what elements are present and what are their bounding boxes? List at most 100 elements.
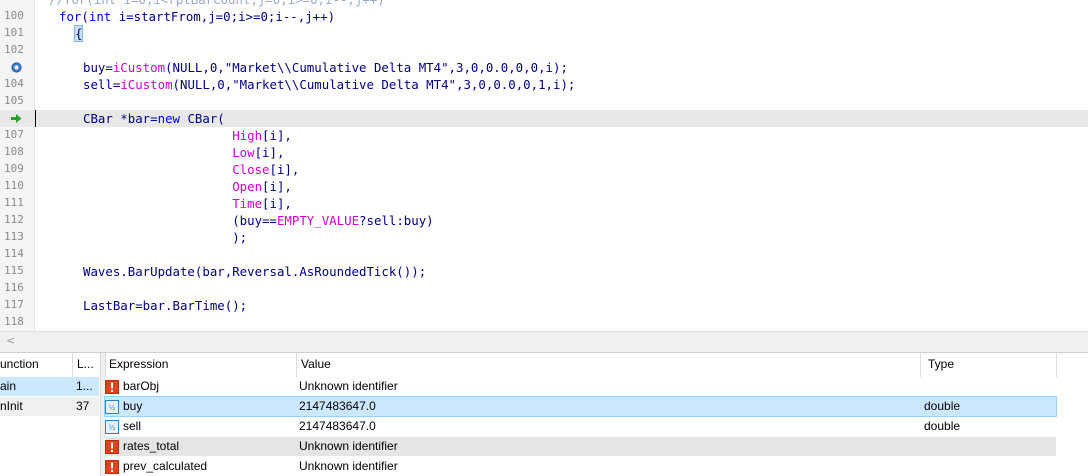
code-line[interactable]: 103buy=iCustom(NULL,0,"Market\\Cumulativ… — [0, 59, 1088, 76]
call-stack-line: 1... — [76, 379, 93, 393]
watch-value: Unknown identifier — [299, 439, 398, 453]
text-caret — [35, 110, 36, 127]
variable-icon: ½ — [105, 400, 119, 414]
code-line[interactable]: 113 ); — [0, 229, 1088, 246]
column-header-type[interactable]: Type — [928, 353, 1048, 375]
watch-expression: buy — [123, 399, 143, 413]
code-line[interactable]: 108 Low[i], — [0, 144, 1088, 161]
code-line[interactable]: 106CBar *bar=new CBar( — [0, 110, 1088, 127]
code-text: Low[i], — [83, 144, 284, 161]
watch-row[interactable]: rates_total Unknown identifier — [105, 437, 1056, 456]
column-divider[interactable] — [72, 353, 73, 377]
code-line[interactable]: 115 Waves.BarUpdate(bar,Reversal.AsRounde… — [0, 263, 1088, 280]
column-header-expression[interactable]: Expression — [109, 353, 294, 375]
line-number: 110 — [4, 179, 24, 192]
code-line[interactable]: 118 — [0, 314, 1088, 331]
code-line[interactable]: 110 Open[i], — [0, 178, 1088, 195]
code-line[interactable]: 116 — [0, 280, 1088, 297]
code-line[interactable]: 109 Close[i], — [0, 161, 1088, 178]
watch-type: double — [924, 419, 961, 433]
code-text: { — [74, 25, 84, 42]
code-line[interactable]: 102 — [0, 42, 1088, 59]
code-line[interactable]: 104 sell=iCustom(NULL,0,"Market\\Cumulati… — [0, 76, 1088, 93]
code-editor[interactable]: //for(int i=0;i<rptBarCount;j=0;i>=0;i--… — [0, 0, 1088, 331]
watch-value: Unknown identifier — [299, 459, 398, 473]
line-number: 118 — [4, 315, 24, 328]
line-number: 100 — [4, 9, 24, 22]
code-line[interactable]: 100 for(int i=startFrom,j=0;i>=0;i--,j++) — [0, 8, 1088, 25]
code-token: High — [232, 128, 263, 143]
code-token: Low — [232, 145, 255, 160]
call-stack-function: nInit — [0, 399, 23, 413]
line-number: 108 — [4, 145, 24, 158]
code-token: ); — [83, 230, 248, 245]
watch-row[interactable]: prev_calculated Unknown identifier — [105, 457, 1056, 476]
code-token: int — [88, 9, 112, 24]
column-header-line[interactable]: L... — [77, 353, 99, 375]
execution-pointer-icon — [11, 114, 22, 123]
code-line[interactable]: 114 — [0, 246, 1088, 263]
code-text: Open[i], — [83, 178, 292, 195]
horizontal-scrollbar[interactable]: < — [0, 331, 1088, 352]
code-text: for(int i=startFrom,j=0;i>=0;i--,j++) — [59, 8, 335, 25]
call-stack-row[interactable]: nInit 37 — [0, 397, 99, 416]
watch-value: Unknown identifier — [299, 379, 398, 393]
column-divider[interactable] — [296, 353, 297, 377]
column-header-expression-label: Expression — [109, 357, 169, 371]
code-token: ,3,0,0.0,0,1,i); — [456, 77, 576, 92]
watch-type — [924, 457, 1044, 476]
code-token: [i], — [262, 196, 292, 211]
code-line[interactable]: 111 Time[i], — [0, 195, 1088, 212]
watch-value: 2147483647.0 — [299, 399, 376, 413]
watch-expression: rates_total — [123, 439, 180, 453]
code-text: Close[i], — [83, 161, 299, 178]
code-token: EMPTY_VALUE — [276, 213, 360, 228]
code-text: buy=iCustom(NULL,0,"Market\\Cumulative D… — [83, 59, 568, 76]
code-line[interactable]: 101 { — [0, 25, 1088, 42]
code-token: Time — [232, 196, 263, 211]
code-text: Time[i], — [83, 195, 292, 212]
svg-text:½: ½ — [109, 424, 116, 432]
code-token: (NULL,0, — [172, 77, 233, 92]
watch-row[interactable]: ½ buy 2147483647.0 double — [104, 396, 1057, 417]
line-number: 105 — [4, 94, 24, 107]
code-line[interactable]: 112 (buy==EMPTY_VALUE?sell:buy) — [0, 212, 1088, 229]
breakpoint-icon[interactable] — [11, 62, 22, 73]
line-number: 104 — [4, 77, 24, 90]
code-line[interactable]: 105 — [0, 93, 1088, 110]
code-token: LastBar=bar.BarTime(); — [83, 298, 248, 313]
scroll-left-icon[interactable]: < — [6, 334, 15, 347]
code-token: [i], — [269, 162, 300, 177]
error-icon — [105, 460, 119, 474]
line-number: 107 — [4, 128, 24, 141]
watch-row[interactable]: barObj Unknown identifier — [105, 377, 1056, 396]
column-header-function[interactable]: unction — [0, 353, 72, 375]
code-token: iCustom — [112, 60, 166, 75]
code-text: ); — [83, 229, 247, 246]
column-header-value[interactable]: Value — [301, 353, 501, 375]
call-stack-line: 37 — [76, 399, 90, 413]
call-stack-row[interactable]: ain 1... — [0, 377, 99, 396]
code-token: new — [157, 111, 180, 126]
svg-text:½: ½ — [109, 404, 116, 412]
watch-value: 2147483647.0 — [299, 419, 376, 433]
column-divider[interactable] — [1056, 353, 1057, 377]
code-token: "Market\\Cumulative Delta MT4" — [232, 77, 457, 92]
watch-row[interactable]: ½ sell 2147483647.0 double — [105, 417, 1056, 436]
code-line[interactable]: 107 High[i], — [0, 127, 1088, 144]
code-token: [i], — [254, 145, 285, 160]
code-text: (buy==EMPTY_VALUE?sell:buy) — [83, 212, 433, 229]
watch-type — [924, 377, 1044, 396]
partial-top-line: //for(int i=0;i<rptBarCount;j=0;i>=0;i--… — [49, 0, 385, 8]
code-line[interactable]: 117 LastBar=bar.BarTime(); — [0, 297, 1088, 314]
code-token: [i], — [262, 128, 292, 143]
code-token: Waves.BarUpdate(bar,Reversal.AsRoundedTi… — [83, 264, 427, 279]
line-number: 109 — [4, 162, 24, 175]
column-header-function-label: unction — [0, 357, 39, 371]
column-divider[interactable] — [920, 353, 921, 377]
column-header-type-label: Type — [928, 357, 955, 371]
watch-expression: sell — [123, 419, 142, 433]
